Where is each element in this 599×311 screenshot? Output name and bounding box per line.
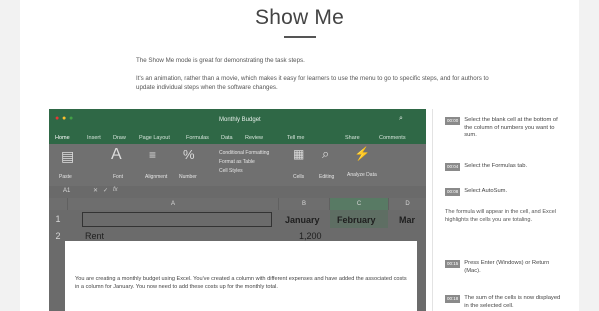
step-text: Press Enter (Windows) or Return (Mac). <box>464 260 550 274</box>
cells-button[interactable]: Cells <box>293 174 304 180</box>
step-text: The sum of the cells is now displayed in… <box>464 295 561 309</box>
formula-confirm-icon[interactable]: ✓ <box>103 187 108 194</box>
format-as-table-button[interactable]: Format as Table <box>219 159 255 165</box>
steps-panel: 00:00 Select the blank cell at the bottom… <box>432 109 583 311</box>
function-icon[interactable]: fx <box>113 187 118 193</box>
title-underline <box>284 36 316 38</box>
step-item[interactable]: 00:04 Select the Formulas tab. <box>445 163 564 173</box>
step-time: 00:08 <box>445 188 461 196</box>
tab-home[interactable]: Home <box>55 135 70 141</box>
step-text: Select the Formulas tab. <box>464 163 528 169</box>
step-note: The formula will appear in the cell, and… <box>445 209 556 223</box>
step-item[interactable]: 00:08 Select AutoSum. <box>445 188 564 198</box>
cell-b1[interactable]: January <box>285 215 320 225</box>
tab-data[interactable]: Data <box>221 135 233 141</box>
page-title: Show Me <box>255 6 344 29</box>
number-button[interactable]: Number <box>179 174 197 180</box>
cell-b2[interactable]: 1,200 <box>299 231 322 241</box>
step-text: Select the blank cell at the bottom of t… <box>464 117 558 138</box>
column-header-d[interactable]: D <box>389 198 426 210</box>
column-header-c[interactable]: C <box>330 198 389 210</box>
intro-paragraph-1: The Show Me mode is great for demonstrat… <box>136 57 305 64</box>
excel-titlebar: ● ● ● Monthly Budget ⌕ <box>49 109 426 134</box>
share-button[interactable]: Share <box>345 135 360 141</box>
intro-text: The Show Me mode is great for demonstrat… <box>136 56 496 101</box>
tab-insert[interactable]: Insert <box>87 135 101 141</box>
cell-d1[interactable]: Mar <box>399 215 415 225</box>
row-header-2[interactable]: 2 <box>49 231 67 241</box>
font-icon[interactable]: A <box>111 146 122 164</box>
corner-header[interactable] <box>49 198 68 210</box>
step-time: 00:04 <box>445 163 461 171</box>
scenario-popup: You are creating a monthly budget using … <box>65 241 417 311</box>
editing-button[interactable]: Editing <box>319 174 334 180</box>
step-time: 00:18 <box>445 295 461 303</box>
comments-button[interactable]: Comments <box>379 135 406 141</box>
scenario-text: You are creating a monthly budget using … <box>75 276 407 290</box>
paste-button[interactable]: Paste <box>59 174 72 180</box>
analyze-data-icon[interactable]: ⚡ <box>354 146 370 162</box>
row-header-1[interactable]: 1 <box>49 214 67 224</box>
zoom-window-icon[interactable]: ● <box>69 115 73 122</box>
column-header-b[interactable]: B <box>279 198 330 210</box>
cell-a2[interactable]: Rent <box>85 231 104 241</box>
excel-screenshot[interactable]: ● ● ● Monthly Budget ⌕ Home Insert Draw … <box>49 109 426 311</box>
step-item[interactable]: 00:00 Select the blank cell at the bottom… <box>445 117 564 140</box>
tab-page-layout[interactable]: Page Layout <box>139 135 170 141</box>
step-time: 00:00 <box>445 117 461 125</box>
conditional-formatting-button[interactable]: Conditional Formatting <box>219 150 269 156</box>
cell-styles-button[interactable]: Cell Styles <box>219 168 243 174</box>
tab-review[interactable]: Review <box>245 135 263 141</box>
ribbon-tabs: Home Insert Draw Page Layout Formulas Da… <box>49 134 426 144</box>
analyze-data-button[interactable]: Analyze Data <box>347 172 377 178</box>
step-item[interactable]: 00:18 The sum of the cells is now display… <box>445 295 564 310</box>
intro-paragraph-2: It's an animation, rather than a movie, … <box>136 74 489 92</box>
paste-icon[interactable]: ▤ <box>61 148 74 165</box>
percent-icon[interactable]: % <box>183 147 195 162</box>
cells-icon[interactable]: ▦ <box>293 147 304 161</box>
search-icon[interactable]: ⌕ <box>399 115 403 123</box>
tell-me-search[interactable]: Tell me <box>287 135 304 141</box>
step-item[interactable]: 00:15 Press Enter (Windows) or Return (Ma… <box>445 260 564 275</box>
step-time: 00:15 <box>445 260 461 268</box>
font-button[interactable]: Font <box>113 174 123 180</box>
alignment-button[interactable]: Alignment <box>145 174 167 180</box>
alignment-icon[interactable]: ≡ <box>149 148 156 162</box>
editing-search-icon[interactable]: ⌕ <box>322 146 329 162</box>
name-box[interactable]: A1 <box>63 188 70 194</box>
document-title: Monthly Budget <box>219 117 261 123</box>
formula-cancel-icon[interactable]: ✕ <box>93 187 98 194</box>
minimize-window-icon[interactable]: ● <box>62 115 66 122</box>
cell-a1-selected[interactable] <box>82 212 272 227</box>
cell-c1[interactable]: February <box>337 215 376 225</box>
ribbon-toolbar: ▤ Paste A Font ≡ Alignment % Number Cond… <box>49 144 426 186</box>
tab-draw[interactable]: Draw <box>113 135 126 141</box>
column-header-a[interactable]: A <box>68 198 279 210</box>
tab-formulas[interactable]: Formulas <box>186 135 209 141</box>
close-window-icon[interactable]: ● <box>55 115 59 122</box>
step-text: Select AutoSum. <box>464 188 508 194</box>
